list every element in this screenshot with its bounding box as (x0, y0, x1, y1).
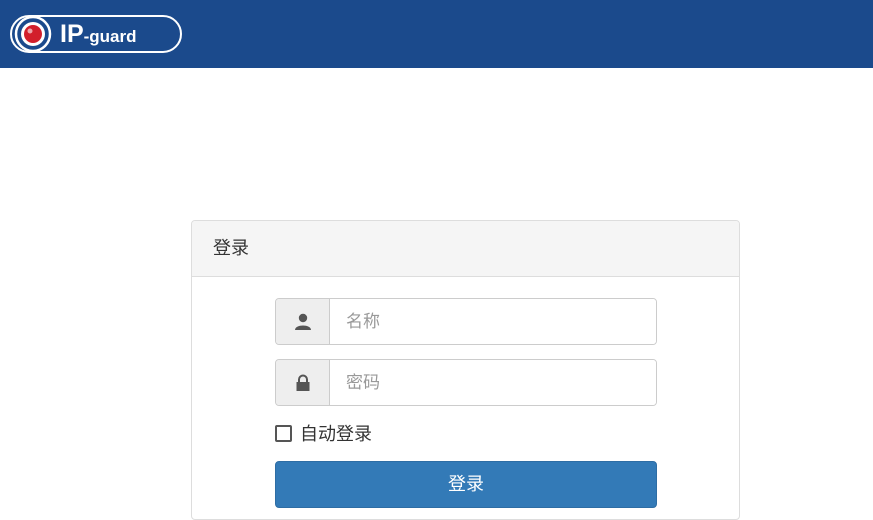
auto-login-checkbox[interactable] (275, 424, 292, 442)
logo-suffix-text: -guard (83, 27, 137, 46)
login-panel-title: 登录 (192, 221, 739, 277)
top-navbar: IP-guard (0, 0, 873, 68)
username-input[interactable] (330, 299, 656, 344)
lock-icon (276, 360, 330, 405)
auto-login-option[interactable]: 自动登录 (275, 421, 372, 445)
logo-text: IP-guard (60, 20, 137, 48)
logo-main-text: IP (60, 20, 84, 48)
password-input-group (275, 359, 657, 406)
user-icon (276, 299, 330, 344)
login-button[interactable]: 登录 (275, 461, 657, 508)
login-panel: 登录 自动登录 登录 (191, 220, 740, 520)
username-input-group (275, 298, 657, 345)
password-input[interactable] (330, 360, 656, 405)
ip-guard-logo: IP-guard (10, 15, 182, 53)
logo-target-icon (14, 15, 52, 53)
auto-login-label: 自动登录 (300, 424, 372, 445)
